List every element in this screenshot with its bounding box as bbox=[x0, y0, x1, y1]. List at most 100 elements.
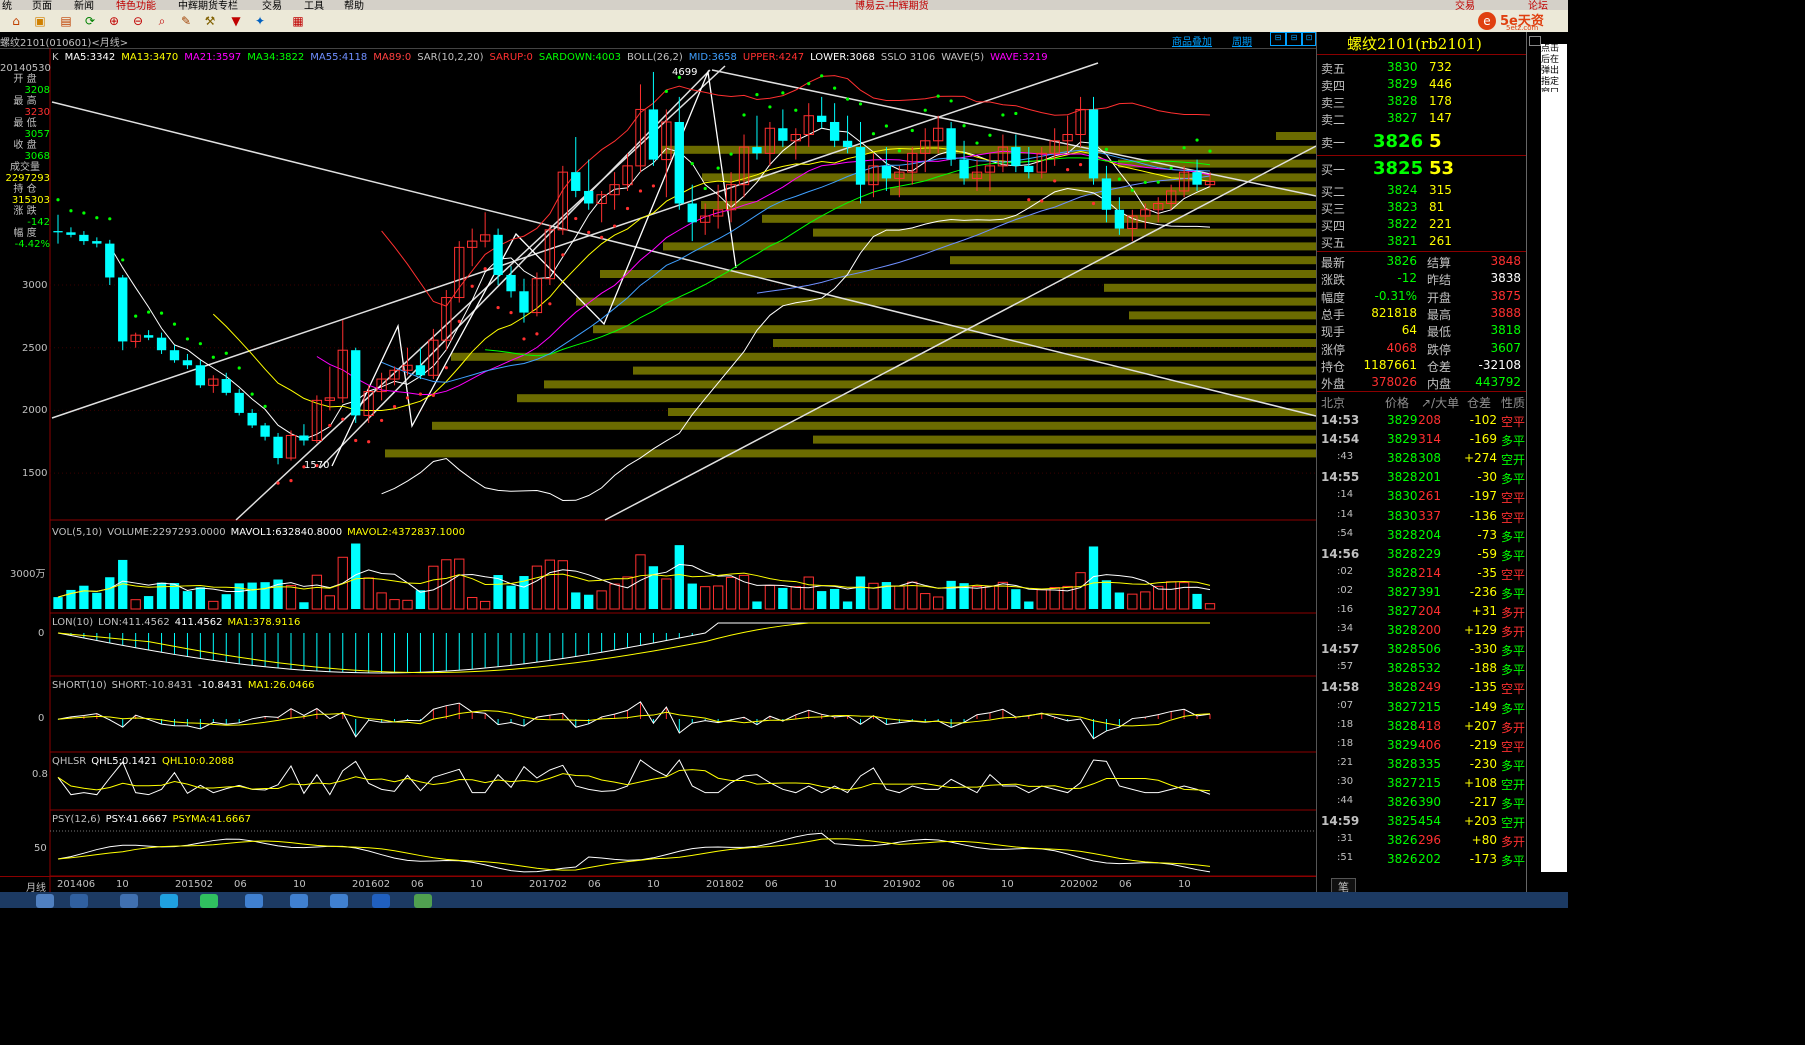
time-axis-label: 10 bbox=[647, 879, 660, 890]
info-label: 幅 度 bbox=[13, 228, 37, 239]
volume-bar-down bbox=[92, 592, 102, 609]
layout-3-icon[interactable]: ⊡ bbox=[1302, 32, 1316, 46]
taskbar-app-6-icon[interactable] bbox=[330, 894, 348, 908]
profile-bar bbox=[1104, 283, 1316, 292]
home-icon[interactable]: ⌂ bbox=[8, 13, 24, 29]
taskbar-wechat-icon[interactable] bbox=[200, 894, 218, 908]
tick-price: 3827 bbox=[1387, 699, 1418, 714]
sar-dot bbox=[651, 184, 656, 188]
info-label: 最 低 bbox=[13, 118, 37, 129]
taskbar-browser-icon[interactable] bbox=[160, 894, 178, 908]
volume-bar-down bbox=[752, 601, 762, 609]
forum-link[interactable]: 论坛 bbox=[1528, 0, 1548, 10]
sar-dot bbox=[470, 284, 474, 288]
stat-label: 持仓 bbox=[1321, 359, 1346, 374]
volume-bar-up bbox=[1036, 589, 1047, 610]
stat-label: 最高 bbox=[1427, 307, 1452, 322]
stat-row: 幅度 -0.31% 开盘 3875 bbox=[1317, 288, 1527, 305]
menu-item-tools[interactable]: 工具 bbox=[304, 0, 324, 10]
volume-bar-up bbox=[712, 585, 724, 610]
candle-body-down bbox=[584, 190, 594, 204]
sar-dot bbox=[625, 206, 630, 211]
ask-label: 卖五 bbox=[1321, 62, 1346, 76]
search-icon[interactable]: ⌕ bbox=[154, 13, 170, 29]
taskbar-app-5-icon[interactable] bbox=[290, 894, 308, 908]
sar-dot bbox=[69, 209, 73, 213]
tick-volume: 308 bbox=[1418, 451, 1441, 466]
sar-dot bbox=[185, 337, 190, 341]
menu-item-news[interactable]: 新闻 bbox=[74, 0, 94, 10]
menu-item-page[interactable]: 页面 bbox=[32, 0, 52, 10]
volume-bar-down bbox=[855, 576, 866, 609]
taskbar-app-8-icon[interactable] bbox=[414, 894, 432, 908]
volume-bar-down bbox=[260, 582, 270, 609]
tick-nature: 多平 bbox=[1501, 644, 1526, 659]
refresh-icon[interactable]: ⟳ bbox=[82, 13, 98, 29]
candle-body-down bbox=[105, 243, 115, 278]
bid-label: 买四 bbox=[1321, 219, 1346, 233]
tick-time: 14:55 bbox=[1321, 470, 1360, 485]
indicator-item: UPPER:4247 bbox=[742, 52, 805, 63]
menu-item-column[interactable]: 中辉期货专栏 bbox=[178, 0, 238, 10]
tick-nature: 多开 bbox=[1501, 606, 1526, 620]
boll-mid-line bbox=[381, 149, 1211, 383]
profile-bar bbox=[1129, 311, 1316, 320]
tick-oi-change: +31 bbox=[1471, 604, 1497, 618]
time-axis-label: 201702 bbox=[529, 879, 568, 890]
toolbar: ⌂ ▣ ▤ ⟳ ⊕ ⊖ ⌕ ✎ ⚒ ▼ ✦ ▦ e 5e天资 5etz.com bbox=[0, 10, 1568, 33]
tick-volume: 337 bbox=[1418, 508, 1441, 523]
commodity-overlay-button[interactable]: 商品叠加 bbox=[1172, 33, 1212, 48]
taskbar-app-1-icon[interactable] bbox=[36, 894, 54, 908]
brand-url: 5etz.com bbox=[1506, 24, 1539, 32]
menu-item-system[interactable]: 统 bbox=[2, 0, 12, 10]
volume-bar-up bbox=[1127, 593, 1138, 610]
bid-row: 买五 3821 261 bbox=[1317, 233, 1527, 250]
monitor-icon[interactable]: ▤ bbox=[58, 13, 74, 29]
layout-1-icon[interactable]: ⊟ bbox=[1270, 32, 1286, 46]
grid-icon[interactable]: ▦ bbox=[290, 13, 306, 29]
ask-price: 3828 bbox=[1387, 94, 1418, 108]
folder-icon[interactable]: ▣ bbox=[32, 13, 48, 29]
volume-bar-down bbox=[79, 585, 89, 609]
ask-row: 卖五 3830 732 bbox=[1317, 59, 1527, 76]
bid-price: 3821 bbox=[1387, 234, 1418, 248]
ask-label: 卖三 bbox=[1321, 96, 1346, 110]
tick-oi-change: +108 bbox=[1464, 775, 1497, 790]
bid-row: 买四 3822 221 bbox=[1317, 216, 1527, 233]
zoom-in-icon[interactable]: ⊕ bbox=[106, 13, 122, 29]
volume-bar-up bbox=[661, 578, 672, 610]
popup-hint[interactable]: 点击后在弹出指定窗口 bbox=[1541, 44, 1567, 98]
new-icon[interactable]: ✦ bbox=[252, 13, 268, 29]
draw-icon[interactable]: ✎ bbox=[178, 13, 194, 29]
tick-row: :30 3827 215 +108 空开 bbox=[1317, 775, 1527, 792]
menu-item-features[interactable]: 特色功能 bbox=[116, 0, 156, 10]
candle-body-down bbox=[506, 274, 516, 292]
sar-dot bbox=[962, 124, 966, 128]
volume-bar-down bbox=[221, 594, 231, 609]
candle-body-down bbox=[1114, 209, 1125, 229]
menu-item-trade[interactable]: 交易 bbox=[262, 0, 282, 10]
tools-icon[interactable]: ⚒ bbox=[202, 13, 218, 29]
stat-value: 3838 bbox=[1490, 271, 1521, 286]
sar-dot bbox=[975, 141, 979, 145]
volume-bar-up bbox=[376, 592, 387, 610]
tick-price: 3829 bbox=[1387, 737, 1418, 752]
filter-icon[interactable]: ▼ bbox=[228, 13, 244, 29]
trade-link[interactable]: 交易 bbox=[1455, 0, 1475, 10]
collapse-icon[interactable] bbox=[1529, 36, 1541, 46]
tick-nature: 空平 bbox=[1501, 415, 1526, 429]
zoom-out-icon[interactable]: ⊖ bbox=[130, 13, 146, 29]
taskbar-app-2-icon[interactable] bbox=[70, 894, 88, 908]
period-button[interactable]: 周期 bbox=[1232, 33, 1252, 48]
sar-dot bbox=[910, 128, 914, 133]
layout-2-icon[interactable]: ⊟ bbox=[1286, 32, 1302, 46]
quote-title: 螺纹2101(rb2101) bbox=[1347, 35, 1482, 53]
tick-volume: 296 bbox=[1418, 833, 1441, 848]
bid-volume: 221 bbox=[1429, 217, 1452, 231]
taskbar-app-3-icon[interactable] bbox=[120, 894, 138, 908]
taskbar-app-4-icon[interactable] bbox=[245, 894, 263, 908]
qhlsr-value: QHL5:0.1421 bbox=[91, 756, 157, 767]
menu-item-help[interactable]: 帮助 bbox=[344, 0, 364, 10]
stat-row: 持仓 1187661 仓差 -32108 bbox=[1317, 357, 1527, 374]
taskbar-app-7-icon[interactable] bbox=[372, 894, 390, 908]
